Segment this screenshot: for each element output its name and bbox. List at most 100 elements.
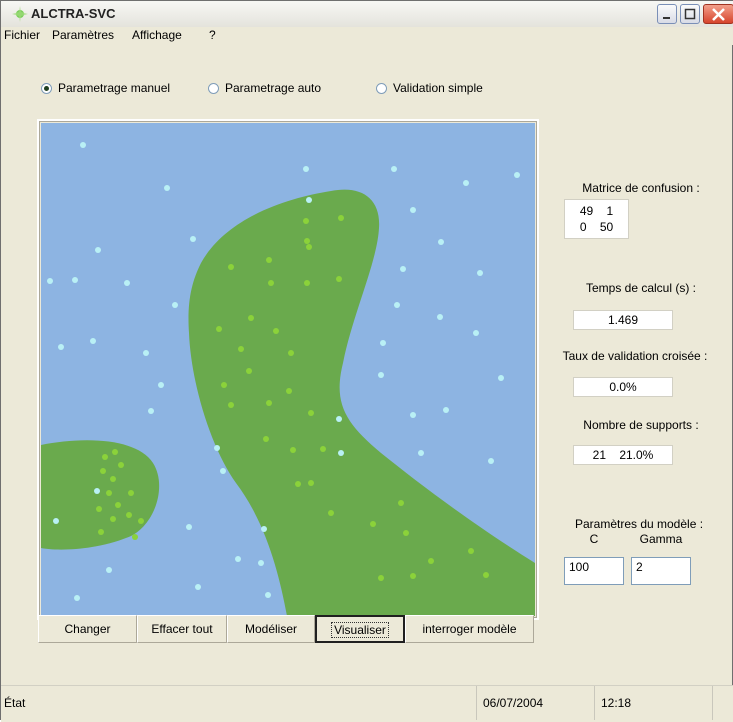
class-a-point <box>80 142 86 148</box>
class-a-point <box>95 247 101 253</box>
supports-label: Nombre de supports : <box>583 418 699 432</box>
class-b-point <box>126 512 132 518</box>
class-a-point <box>220 468 226 474</box>
class-b-point <box>118 462 124 468</box>
class-b-point <box>238 346 244 352</box>
class-b-point <box>378 575 384 581</box>
status-state: État <box>4 696 26 710</box>
class-b-point <box>306 244 312 250</box>
app-icon <box>12 6 28 22</box>
radio-label: Validation simple <box>393 81 483 95</box>
modeliser-button[interactable]: Modéliser <box>227 615 315 643</box>
time-value: 1.469 <box>573 310 673 330</box>
class-b-point <box>128 490 134 496</box>
minimize-button[interactable] <box>657 4 677 24</box>
class-b-point <box>138 518 144 524</box>
class-b-point <box>102 454 108 460</box>
class-b-point <box>428 558 434 564</box>
radio-validation-simple[interactable]: Validation simple <box>376 81 483 95</box>
minimize-icon <box>663 17 670 19</box>
class-a-point <box>443 407 449 413</box>
class-b-point <box>246 368 252 374</box>
radio-parametrage-manuel[interactable]: Parametrage manuel <box>41 81 170 95</box>
cv-value: 0.0% <box>573 377 673 397</box>
class-a-point <box>473 330 479 336</box>
class-a-point <box>158 382 164 388</box>
class-b-point <box>308 410 314 416</box>
interroger-modele-button[interactable]: interroger modèle <box>405 615 534 643</box>
status-time: 12:18 <box>594 686 712 720</box>
radio-label: Parametrage auto <box>225 81 322 95</box>
class-a-point <box>437 314 443 320</box>
confusion-matrix-label: Matrice de confusion : <box>582 181 700 195</box>
class-b-point <box>370 521 376 527</box>
class-a-point <box>410 412 416 418</box>
status-bar: État 06/07/2004 12:18 <box>1 685 733 722</box>
class-b-point <box>338 215 344 221</box>
cv-label: Taux de validation croisée : <box>562 349 708 363</box>
c-input[interactable]: 100 <box>564 557 624 585</box>
window-title: ALCTRA-SVC <box>31 6 116 21</box>
class-b-point <box>304 238 310 244</box>
drawing-area[interactable] <box>37 119 539 620</box>
class-b-point <box>295 481 301 487</box>
confusion-matrix: 49 1 0 50 <box>564 199 629 239</box>
app-window: ALCTRA-SVC Fichier Paramètres Affichage … <box>0 0 733 722</box>
class-a-point <box>410 207 416 213</box>
class-a-point <box>488 458 494 464</box>
close-button[interactable] <box>703 4 733 24</box>
resize-grip[interactable] <box>712 686 733 720</box>
class-a-point <box>306 197 312 203</box>
class-b-point <box>100 468 106 474</box>
decision-canvas[interactable] <box>41 123 535 616</box>
close-icon <box>712 8 725 21</box>
menu-fichier[interactable]: Fichier <box>4 28 40 42</box>
class-a-point <box>94 488 100 494</box>
class-a-point <box>214 445 220 451</box>
class-a-point <box>261 526 267 532</box>
gamma-input[interactable]: 2 <box>631 557 691 585</box>
class-b-point <box>112 449 118 455</box>
class-b-point <box>308 480 314 486</box>
class-a-point <box>58 344 64 350</box>
class-a-point <box>477 270 483 276</box>
maximize-button[interactable] <box>680 4 700 24</box>
changer-button[interactable]: Changer <box>38 615 137 643</box>
visualiser-button[interactable]: Visualiser <box>315 615 405 643</box>
class-a-point <box>148 408 154 414</box>
class-b-point <box>290 447 296 453</box>
class-b-point <box>304 280 310 286</box>
class-a-point <box>514 172 520 178</box>
class-b-point <box>115 502 121 508</box>
class-b-point <box>320 446 326 452</box>
menu-affichage[interactable]: Affichage <box>132 28 182 42</box>
class-a-point <box>235 556 241 562</box>
radio-parametrage-auto[interactable]: Parametrage auto <box>208 81 321 95</box>
class-a-point <box>400 266 406 272</box>
class-a-point <box>438 239 444 245</box>
class-b-point <box>132 534 138 540</box>
supports-value: 21 21.0% <box>573 445 673 465</box>
class-b-point <box>110 516 116 522</box>
class-a-point <box>172 302 178 308</box>
class-b-point <box>410 573 416 579</box>
menu-parametres[interactable]: Paramètres <box>52 28 114 42</box>
radio-button[interactable] <box>376 82 387 94</box>
radio-label: Parametrage manuel <box>58 81 171 95</box>
radio-button[interactable] <box>208 82 219 94</box>
class-b-point <box>98 529 104 535</box>
menu-help[interactable]: ? <box>209 28 216 42</box>
class-b-point <box>328 510 334 516</box>
class-a-point <box>190 236 196 242</box>
radio-button[interactable] <box>41 82 52 94</box>
class-b-point <box>403 530 409 536</box>
effacer-tout-button[interactable]: Effacer tout <box>137 615 227 643</box>
class-b-point <box>468 548 474 554</box>
class-a-point <box>106 567 112 573</box>
model-params-label: Paramètres du modèle : <box>574 517 704 531</box>
title-bar: ALCTRA-SVC <box>1 1 733 28</box>
class-a-point <box>380 340 386 346</box>
class-b-point <box>286 388 292 394</box>
class-a-point <box>143 350 149 356</box>
class-a-point <box>164 185 170 191</box>
